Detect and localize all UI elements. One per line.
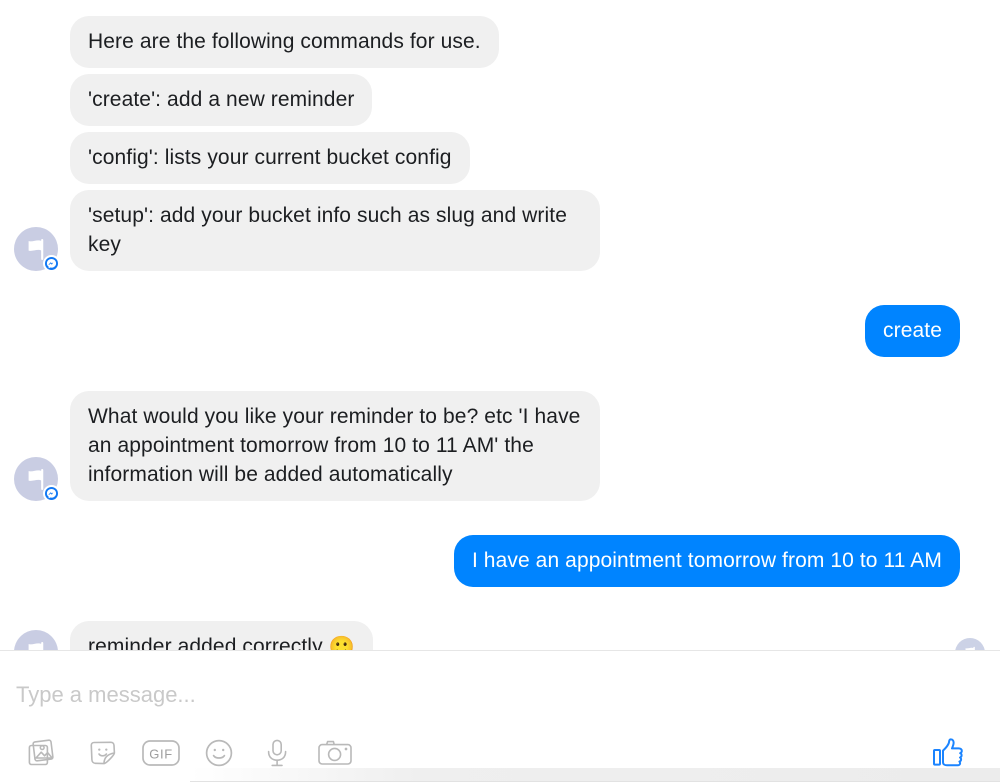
- camera-button[interactable]: [306, 730, 364, 776]
- smiley-emoji: 🙂: [328, 636, 355, 650]
- photo-gallery-button[interactable]: [16, 730, 74, 776]
- message-bubble-incoming[interactable]: 'setup': add your bucket info such as sl…: [70, 190, 600, 271]
- messenger-badge-icon: [43, 255, 60, 272]
- message-row: I have an appointment tomorrow from 10 t…: [0, 535, 1000, 587]
- avatar-slot: [0, 457, 70, 502]
- emoji-icon: [205, 739, 233, 767]
- message-bubble-outgoing[interactable]: create: [865, 305, 960, 357]
- messenger-badge-icon: [43, 485, 60, 502]
- message-bubble-incoming[interactable]: 'config': lists your current bucket conf…: [70, 132, 470, 184]
- thumbs-up-icon: [933, 738, 963, 767]
- avatar[interactable]: [14, 227, 60, 272]
- message-group-outgoing-1: create: [0, 305, 1000, 357]
- microphone-button[interactable]: [248, 730, 306, 776]
- message-group-outgoing-2: I have an appointment tomorrow from 10 t…: [0, 535, 1000, 587]
- message-composer: GIF: [0, 650, 1000, 782]
- gif-button[interactable]: GIF: [132, 730, 190, 776]
- message-bubble-outgoing[interactable]: I have an appointment tomorrow from 10 t…: [453, 535, 960, 587]
- message-row: 'config': lists your current bucket conf…: [0, 132, 1000, 184]
- message-group-incoming-2: What would you like your reminder to be?…: [0, 391, 1000, 502]
- sticker-icon: [90, 741, 116, 765]
- avatar-spacer: [0, 67, 70, 68]
- gif-icon: GIF: [142, 740, 180, 766]
- microphone-icon: [267, 739, 287, 767]
- avatar[interactable]: [14, 630, 58, 650]
- camera-icon: [318, 740, 352, 765]
- message-row: 'create': add a new reminder: [0, 74, 1000, 126]
- message-bubble-incoming[interactable]: reminder added correctly 🙂: [70, 621, 373, 650]
- message-text: reminder added correctly: [88, 635, 329, 650]
- avatar-spacer: [0, 125, 70, 126]
- svg-text:GIF: GIF: [149, 746, 172, 761]
- message-row: reminder added correctly 🙂: [0, 621, 1000, 650]
- emoji-button[interactable]: [190, 730, 248, 776]
- message-bubble-incoming[interactable]: 'create': add a new reminder: [70, 74, 373, 126]
- message-input[interactable]: [16, 681, 984, 709]
- avatar-spacer: [0, 183, 70, 184]
- message-row: Here are the following commands for use.: [0, 16, 1000, 68]
- message-bubble-incoming[interactable]: What would you like your reminder to be?…: [70, 391, 600, 501]
- avatar[interactable]: [14, 457, 60, 502]
- avatar-slot: [0, 630, 70, 650]
- message-row: 'setup': add your bucket info such as sl…: [0, 190, 1000, 272]
- message-bubble-incoming[interactable]: Here are the following commands for use.: [70, 16, 499, 68]
- message-group-incoming-3: reminder added correctly 🙂: [0, 621, 1000, 650]
- flag-avatar-icon: [28, 641, 43, 650]
- like-button[interactable]: [920, 730, 978, 776]
- photo-gallery-icon: [28, 739, 54, 766]
- message-group-incoming-1: Here are the following commands for use.…: [0, 16, 1000, 272]
- sticker-button[interactable]: [74, 730, 132, 776]
- message-row: What would you like your reminder to be?…: [0, 391, 1000, 502]
- input-line: [0, 673, 1000, 717]
- message-thread[interactable]: Here are the following commands for use.…: [0, 0, 1000, 650]
- message-row: create: [0, 305, 1000, 357]
- avatar-slot: [0, 227, 70, 272]
- messenger-chat-window: Here are the following commands for use.…: [0, 0, 1000, 782]
- composer-toolbar: GIF: [0, 717, 1000, 779]
